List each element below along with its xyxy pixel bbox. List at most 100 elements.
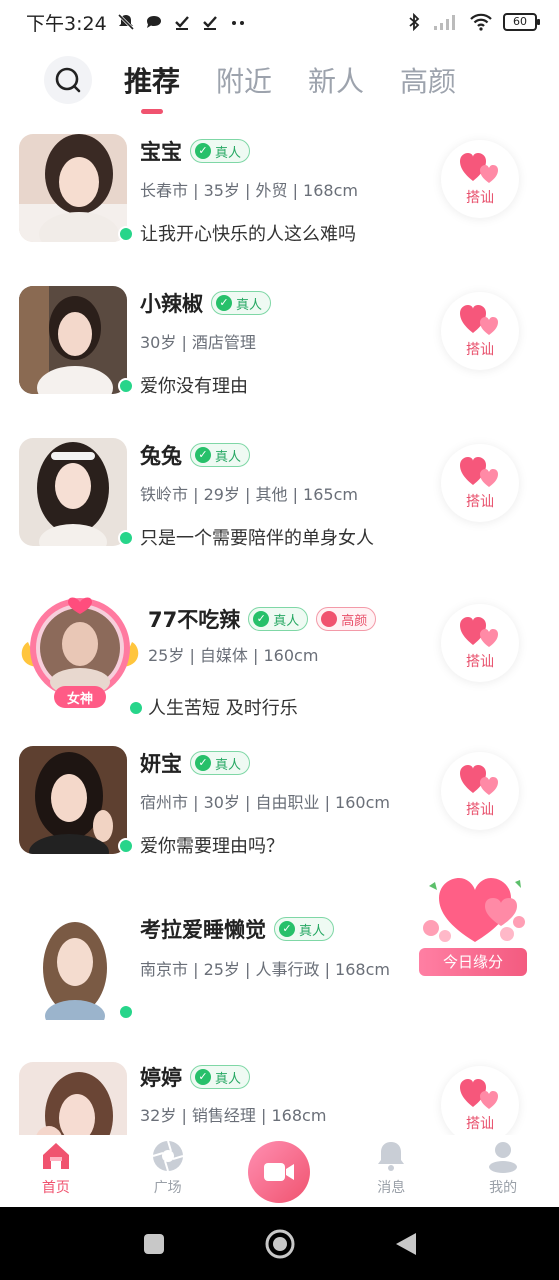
vip-avatar-frame[interactable]: 女神: [18, 586, 142, 716]
home-button-icon[interactable]: [264, 1228, 296, 1260]
badge-label: 真人: [215, 145, 242, 161]
greet-label: 搭讪: [466, 342, 494, 358]
verified-check-icon: ✓: [195, 755, 211, 771]
user-info: 25岁 | 自媒体 | 160cm: [148, 646, 319, 665]
avatar[interactable]: [19, 286, 127, 394]
user-card[interactable]: 宝宝 ✓ 真人 长春市 | 35岁 | 外贸 | 168cm 让我开心快乐的人这么…: [0, 130, 559, 282]
tab-label: 高颜: [400, 65, 457, 98]
real-person-badge: ✓ 真人: [211, 291, 272, 315]
top-header: 推荐 附近 新人 高颜: [0, 48, 559, 118]
user-icon: [489, 1142, 518, 1173]
user-info: 32岁 | 销售经理 | 168cm: [140, 1106, 327, 1125]
user-name: 妍宝: [140, 752, 182, 776]
battery-indicator: 60: [503, 13, 540, 31]
user-info: 南京市 | 25岁 | 人事行政 | 168cm: [140, 960, 390, 979]
user-info: 长春市 | 35岁 | 外贸 | 168cm: [140, 181, 358, 200]
nav-label: 广场: [153, 1180, 182, 1196]
online-status-dot: [118, 378, 134, 394]
nav-label: 消息: [377, 1180, 406, 1196]
greet-label: 搭讪: [466, 654, 494, 670]
greet-label: 搭讪: [466, 802, 494, 818]
online-status-dot: [118, 530, 134, 546]
badge-label: 真人: [215, 449, 242, 465]
bell-muted-icon: [117, 13, 134, 31]
greet-button[interactable]: 搭讪: [441, 1066, 519, 1135]
nav-mine[interactable]: 我的: [447, 1135, 559, 1207]
user-name: 婷婷: [140, 1066, 182, 1090]
user-motto: 爱你没有理由: [140, 376, 248, 397]
greet-button[interactable]: 搭讪: [441, 444, 519, 522]
verified-check-icon: ✓: [253, 611, 270, 627]
greet-button[interactable]: 搭讪: [441, 140, 519, 218]
user-info: 铁岭市 | 29岁 | 其他 | 165cm: [140, 485, 358, 504]
bottom-nav: 首页 广场 消息 我的: [0, 1135, 559, 1207]
user-name: 考拉爱睡懒觉: [140, 918, 266, 942]
aperture-icon: [152, 1140, 183, 1172]
tab-active-indicator: [141, 109, 163, 114]
nav-square[interactable]: 广场: [112, 1135, 224, 1207]
video-camera-icon: [264, 1163, 295, 1181]
avatar[interactable]: [19, 746, 127, 854]
hearts-icon: [460, 765, 498, 795]
greet-button[interactable]: 搭讪: [441, 752, 519, 830]
badge-label: 真人: [273, 613, 300, 629]
verified-check-icon: ✓: [195, 447, 211, 463]
online-status-dot: [118, 1004, 134, 1020]
online-status-dot: [118, 838, 134, 854]
bell-icon: [378, 1142, 405, 1171]
nav-messages[interactable]: 消息: [335, 1135, 447, 1207]
today-fate-button[interactable]: 今日缘分: [419, 948, 527, 976]
back-icon[interactable]: [394, 1231, 418, 1257]
real-person-badge: ✓ 真人: [190, 139, 251, 163]
check-icon: [174, 16, 189, 30]
user-card[interactable]: 兔兔 ✓ 真人 铁岭市 | 29岁 | 其他 | 165cm 只是一个需要陪伴的单…: [0, 434, 559, 586]
real-person-badge: ✓ 真人: [190, 1065, 251, 1089]
badge-label: 真人: [299, 923, 326, 939]
tab-newcomers[interactable]: 新人: [308, 60, 364, 114]
verified-check-icon: ✓: [216, 295, 232, 311]
fate-hearts-icon: [423, 878, 525, 942]
more-dots-icon: [231, 21, 244, 25]
verified-check-icon: ✓: [195, 143, 211, 159]
user-motto: 只是一个需要陪伴的单身女人: [140, 528, 374, 549]
vip-tag: 女神: [66, 692, 93, 707]
user-card[interactable]: 女神 77不吃辣 ✓ 真人 高颜 25岁 | 自媒体 | 160cm 人生苦短 及…: [0, 586, 559, 742]
good-looking-badge: 高颜: [316, 607, 377, 631]
greet-button[interactable]: 搭讪: [441, 604, 519, 682]
tab-bar: 推荐 附近 新人 高颜: [124, 60, 456, 114]
status-time: 下午3:24: [26, 12, 107, 35]
tab-good-looking[interactable]: 高颜: [400, 60, 456, 114]
user-card[interactable]: 小辣椒 ✓ 真人 30岁 | 酒店管理 爱你没有理由 搭讪: [0, 282, 559, 434]
hearts-icon: [460, 1079, 498, 1109]
online-status-dot: [128, 700, 144, 716]
tab-recommend[interactable]: 推荐: [124, 60, 180, 114]
system-nav-bar: [0, 1207, 559, 1280]
chat-icon: [146, 16, 161, 28]
user-motto: 让我开心快乐的人这么难吗: [140, 224, 356, 245]
face-icon: [321, 611, 338, 627]
avatar[interactable]: [19, 912, 127, 1020]
user-list[interactable]: 宝宝 ✓ 真人 长春市 | 35岁 | 外贸 | 168cm 让我开心快乐的人这么…: [0, 130, 559, 1135]
nav-video[interactable]: [224, 1135, 336, 1207]
real-person-badge: ✓ 真人: [274, 917, 335, 941]
avatar[interactable]: [19, 438, 127, 546]
real-person-badge: ✓ 真人: [190, 751, 251, 775]
nav-label: 我的: [489, 1180, 518, 1196]
search-button[interactable]: [44, 56, 92, 104]
tab-nearby[interactable]: 附近: [216, 60, 272, 114]
video-call-button[interactable]: [248, 1141, 311, 1203]
user-card[interactable]: 婷婷 ✓ 真人 32岁 | 销售经理 | 168cm 搭讪: [0, 1046, 559, 1135]
nav-home[interactable]: 首页: [0, 1135, 112, 1207]
badge-label: 真人: [236, 297, 263, 313]
user-info: 宿州市 | 30岁 | 自由职业 | 160cm: [140, 793, 390, 812]
recent-apps-icon[interactable]: [142, 1232, 166, 1256]
hearts-icon: [460, 305, 498, 335]
avatar[interactable]: [19, 134, 127, 242]
tab-label: 新人: [308, 65, 365, 98]
wifi-icon: [470, 13, 492, 31]
avatar[interactable]: [19, 1062, 127, 1135]
greet-button[interactable]: 搭讪: [441, 292, 519, 370]
today-fate-widget[interactable]: 今日缘分: [415, 870, 531, 982]
user-motto: 人生苦短 及时行乐: [148, 698, 298, 719]
online-status-dot: [118, 226, 134, 242]
